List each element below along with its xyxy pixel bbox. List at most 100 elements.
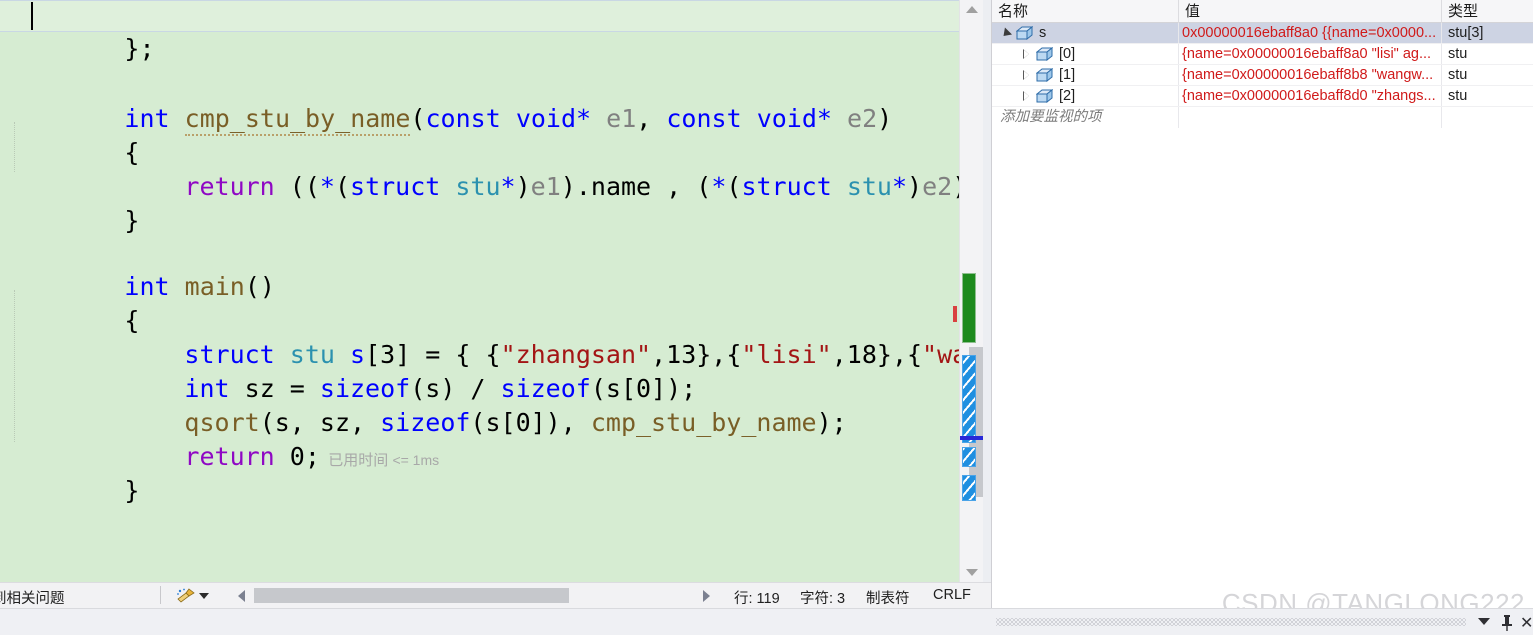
code-line: } (4, 440, 139, 505)
code-token: 18 (846, 340, 877, 369)
code-token: struct (741, 172, 832, 201)
close-icon[interactable]: ✕ (1520, 615, 1533, 631)
code-token: * (319, 172, 335, 201)
watch-row-type: stu[3] (1448, 25, 1484, 41)
drag-grip-dots[interactable] (996, 618, 1466, 626)
code-line: struct stu s[3] = { {"zhangsan",13},{"li… (64, 304, 960, 369)
scroll-up-button[interactable] (960, 0, 983, 18)
table-row[interactable]: [2] {name=0x00000016ebaff8d0 "zhangs... … (992, 86, 1533, 107)
watch-row-value[interactable]: {name=0x00000016ebaff8a0 "lisi" ag... (1178, 44, 1440, 64)
code-token: const (425, 104, 501, 133)
selection-marker (962, 475, 976, 501)
pin-icon[interactable] (1500, 614, 1514, 631)
code-token: ) (877, 104, 893, 133)
expander-triangle-icon[interactable] (1000, 27, 1012, 39)
code-token: e2 (847, 104, 878, 133)
struct-box-icon (1015, 25, 1034, 41)
code-token: (s[0]), (470, 408, 591, 437)
add-watch-placeholder[interactable]: 添加要监视的项 (1000, 108, 1102, 127)
watch-window[interactable]: 名称 值 类型 s 0x00000016ebaff8a0 {{name=0x00… (991, 0, 1533, 608)
code-line: qsort(s, sz, sizeof(s[0]), cmp_stu_by_na… (64, 372, 846, 437)
editor-vertical-scrollbar[interactable] (953, 0, 983, 582)
visual-studio-window: }; int cmp_stu_by_name(const void* e1, c… (0, 0, 1533, 635)
code-token-function: main (184, 272, 245, 301)
code-token-string: "wangwu" (922, 340, 960, 369)
watch-row-type: stu (1448, 46, 1468, 62)
text-caret (31, 2, 33, 30)
table-row[interactable]: s 0x00000016ebaff8a0 {{name=0x0000... st… (992, 23, 1533, 44)
code-token: 0 (274, 442, 305, 471)
code-token: ( (334, 172, 351, 201)
code-token: , (831, 340, 847, 369)
watch-row-type: stu (1448, 88, 1468, 104)
watch-row-value[interactable]: 0x00000016ebaff8a0 {{name=0x0000... (1178, 23, 1440, 43)
struct-box-icon (1035, 88, 1054, 104)
code-token-function: cmp_stu_by_name (184, 104, 411, 136)
code-token: e2 (922, 172, 953, 201)
code-token: void (515, 104, 577, 133)
expander-triangle-icon[interactable] (1020, 90, 1032, 102)
code-token: ) (907, 172, 923, 201)
watch-row-name-cell[interactable]: [0] (992, 44, 1196, 64)
watch-column-header[interactable]: 名称 值 类型 (992, 0, 1533, 23)
chevron-down-icon[interactable] (199, 593, 209, 599)
watch-row-type: stu (1448, 67, 1468, 83)
code-token: e1 (606, 104, 637, 133)
horizontal-scrollbar-thumb[interactable] (254, 588, 569, 603)
editor-right-gutter (983, 0, 991, 582)
watch-row-value[interactable]: {name=0x00000016ebaff8b8 "wangw... (1178, 65, 1440, 85)
watch-row-value[interactable]: {name=0x00000016ebaff8d0 "zhangs... (1178, 86, 1440, 106)
column-header-name[interactable]: 名称 (992, 2, 1178, 23)
code-cleanup-icon[interactable] (176, 588, 196, 604)
editor-horizontal-scrollbar[interactable] (236, 585, 716, 607)
status-line-number: 行: 119 (734, 591, 780, 607)
elapsed-time-hint: 已用时间 <= 1ms (320, 452, 439, 469)
column-divider (1178, 107, 1179, 128)
status-tab-mode: 制表符 (866, 591, 910, 607)
code-token: , (636, 104, 667, 133)
code-token: void (756, 104, 817, 133)
code-token: }; (124, 34, 155, 63)
column-header-type[interactable]: 类型 (1442, 2, 1533, 23)
code-line: int main() (4, 236, 275, 301)
code-token: },{ (696, 340, 742, 369)
watch-row-name-cell[interactable]: [1] (992, 65, 1196, 85)
scroll-down-button[interactable] (960, 563, 983, 581)
scroll-right-button[interactable] (703, 590, 710, 602)
table-row[interactable]: [1] {name=0x00000016ebaff8b8 "wangw... s… (992, 65, 1533, 86)
tool-window-bottom-bar: ✕ (0, 608, 1533, 635)
watch-variable-name: [1] (1059, 67, 1076, 83)
code-token: ( (410, 104, 426, 133)
chevron-right-icon (703, 590, 710, 602)
code-token: ( (726, 172, 742, 201)
expander-triangle-icon[interactable] (1020, 48, 1032, 60)
column-divider (1441, 107, 1442, 128)
watch-variable-name: [0] (1059, 46, 1076, 62)
code-line: int sz = sizeof(s) / sizeof(s[0]); (64, 338, 696, 403)
column-header-value[interactable]: 值 (1179, 2, 1441, 23)
table-row[interactable]: [0] {name=0x00000016ebaff8a0 "lisi" ag..… (992, 44, 1533, 65)
watch-row-name-cell[interactable]: [2] (992, 86, 1196, 106)
code-token: },{ (876, 340, 923, 369)
code-token: () (244, 272, 275, 301)
chevron-left-icon (238, 590, 245, 602)
code-token-function: cmp_stu_by_name (590, 408, 817, 437)
chevron-down-icon[interactable] (1478, 618, 1490, 625)
code-line: int cmp_stu_by_name(const void* e1, cons… (4, 68, 892, 136)
code-token: * (816, 104, 832, 133)
code-line: }; (4, 0, 154, 63)
status-line-endings: CRLF (933, 587, 971, 603)
error-marker (953, 306, 957, 322)
code-editor[interactable]: }; int cmp_stu_by_name(const void* e1, c… (0, 0, 983, 582)
status-separator (160, 586, 161, 604)
code-token: } (124, 476, 140, 505)
caret-position-marker (960, 436, 983, 440)
struct-box-icon (1035, 67, 1054, 83)
expander-triangle-icon[interactable] (1020, 69, 1032, 81)
code-text-surface[interactable]: }; int cmp_stu_by_name(const void* e1, c… (0, 0, 960, 582)
code-token: * (576, 104, 592, 133)
scroll-left-button[interactable] (238, 590, 245, 602)
code-token: const (666, 104, 742, 133)
watch-row-name-cell[interactable]: s (992, 23, 1176, 43)
add-watch-row[interactable]: 添加要监视的项 (992, 107, 1533, 128)
